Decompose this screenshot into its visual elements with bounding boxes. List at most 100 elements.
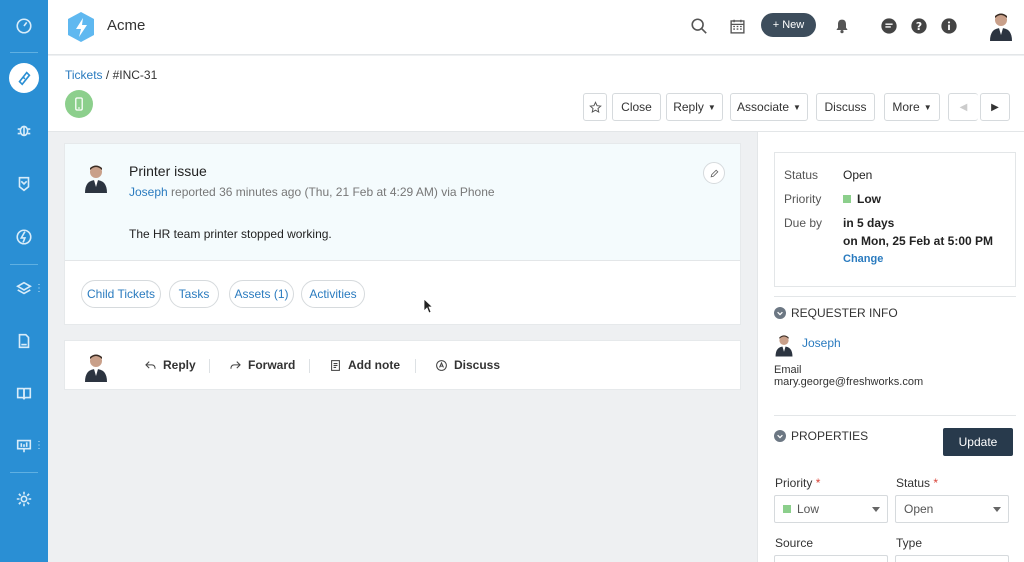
status-select[interactable]: Open [895, 495, 1009, 523]
bell-icon[interactable] [831, 15, 853, 37]
requester-avatar [82, 163, 110, 193]
info-icon[interactable] [938, 15, 960, 37]
chevron-down-icon [774, 307, 786, 319]
requester-info-toggle[interactable]: REQUESTER INFO [774, 306, 898, 320]
status-select-value: Open [904, 502, 934, 516]
reply-icon [145, 360, 156, 369]
add-note-action[interactable]: Add note [329, 358, 400, 372]
chevron-left-icon: ◀ [959, 101, 968, 113]
discuss-button-label: Discuss [824, 100, 867, 114]
requester-info-heading: REQUESTER INFO [791, 306, 898, 320]
required-marker: * [933, 476, 939, 490]
update-button[interactable]: Update [943, 428, 1013, 456]
tab-activities[interactable]: Activities [301, 280, 365, 308]
due-by-date: on Mon, 25 Feb at 5:00 PM [843, 234, 994, 248]
help-icon[interactable]: ? [908, 15, 930, 37]
assets-more-dots[interactable]: ⋮ [34, 284, 44, 294]
next-ticket-button[interactable]: ▶ [980, 93, 1010, 121]
admin-icon[interactable] [0, 481, 48, 517]
associate-dropdown-label: Associate [737, 100, 790, 114]
solutions-icon[interactable] [0, 376, 48, 412]
discuss-action[interactable]: Discuss [435, 358, 500, 372]
tab-tasks[interactable]: Tasks [169, 280, 219, 308]
priority-field-label-text: Priority [775, 476, 813, 490]
forward-action-label: Forward [248, 358, 296, 372]
search-icon[interactable] [688, 15, 710, 37]
type-field-label: Type [896, 536, 923, 550]
add-note-action-label: Add note [348, 358, 400, 372]
left-navigation-rail: ⋮ ⋮ [0, 0, 48, 562]
contracts-icon[interactable] [0, 323, 48, 359]
ticket-description: Printer issue Joseph reported 36 minutes… [65, 144, 740, 261]
priority-select[interactable]: Low [774, 495, 888, 523]
problems-icon[interactable] [0, 112, 48, 148]
ticket-meta: Joseph reported 36 minutes ago (Thu, 21 … [129, 185, 495, 199]
tickets-icon[interactable] [0, 60, 48, 96]
star-icon [588, 100, 602, 113]
panel-divider [774, 296, 1016, 297]
top-header: Acme + New ? [48, 0, 1024, 55]
agent-avatar [82, 352, 110, 382]
source-select[interactable] [774, 555, 888, 562]
releases-icon[interactable] [0, 219, 48, 255]
priority-value: Low [843, 192, 881, 206]
app-title: Acme [107, 17, 146, 34]
status-field-label: Status * [896, 476, 938, 490]
reports-more-dots[interactable]: ⋮ [34, 441, 44, 451]
acme-logo[interactable] [66, 11, 96, 43]
properties-toggle[interactable]: PROPERTIES [774, 429, 868, 443]
requester-info-avatar [774, 333, 794, 357]
properties-heading: PROPERTIES [791, 429, 869, 443]
required-marker: * [815, 476, 821, 490]
type-select[interactable] [895, 555, 1009, 562]
requester-name-link[interactable]: Joseph [802, 336, 841, 350]
new-button[interactable]: + New [761, 13, 816, 37]
reports-icon[interactable]: ⋮ [0, 428, 48, 464]
assets-icon[interactable]: ⋮ [0, 271, 48, 307]
breadcrumb-tickets-link[interactable]: Tickets [65, 68, 103, 82]
priority-value-text: Low [857, 192, 881, 206]
reply-action[interactable]: Reply [144, 358, 196, 372]
star-button[interactable] [583, 93, 607, 121]
pencil-icon [710, 169, 718, 177]
reply-bar: Reply Forward Add note Discuss [64, 340, 741, 390]
tickets-active-bubble [9, 63, 39, 93]
phone-source-icon [65, 90, 93, 118]
associate-dropdown-button[interactable]: Associate ▼ [730, 93, 808, 121]
more-dropdown-label: More [892, 100, 920, 114]
calendar-icon[interactable] [726, 15, 748, 37]
ticket-body: The HR team printer stopped working. [129, 227, 332, 241]
forward-action[interactable]: Forward [229, 358, 295, 372]
breadcrumb-separator: / [102, 68, 113, 82]
reply-bar-divider [415, 359, 416, 373]
tab-assets[interactable]: Assets (1) [229, 280, 294, 308]
chat-icon[interactable] [878, 15, 900, 37]
requester-email: mary.george@freshworks.com [774, 376, 924, 388]
more-dropdown-button[interactable]: More ▼ [884, 93, 940, 121]
changes-icon[interactable] [0, 166, 48, 202]
ticket-summary-box: Status Open Priority Low Due by in 5 day… [774, 152, 1016, 287]
close-button[interactable]: Close [612, 93, 661, 121]
discuss-icon [436, 359, 447, 371]
change-due-link[interactable]: Change [843, 253, 883, 265]
discuss-button[interactable]: Discuss [816, 93, 875, 121]
priority-color-dot [843, 195, 851, 203]
ticket-properties-panel: Status Open Priority Low Due by in 5 day… [757, 132, 1024, 562]
status-value: Open [843, 168, 873, 182]
rail-divider [10, 52, 38, 53]
previous-ticket-button[interactable]: ◀ [948, 93, 978, 121]
reply-dropdown-button[interactable]: Reply ▼ [666, 93, 723, 121]
requester-link[interactable]: Joseph [129, 185, 168, 199]
avatar[interactable] [988, 11, 1014, 41]
ticket-header: Tickets / #INC-31 Close Reply ▼ Associate… [48, 56, 1024, 132]
breadcrumb: Tickets / #INC-31 [65, 68, 157, 82]
priority-field-label: Priority * [775, 476, 820, 490]
chevron-down-icon [774, 430, 786, 442]
dashboard-icon[interactable] [0, 8, 48, 44]
chevron-right-icon: ▶ [991, 101, 999, 113]
reply-dropdown-label: Reply [673, 100, 704, 114]
edit-ticket-button[interactable] [703, 162, 725, 184]
reply-bar-divider [209, 359, 210, 373]
caret-down-icon: ▼ [707, 102, 716, 112]
tab-child-tickets[interactable]: Child Tickets [81, 280, 161, 308]
